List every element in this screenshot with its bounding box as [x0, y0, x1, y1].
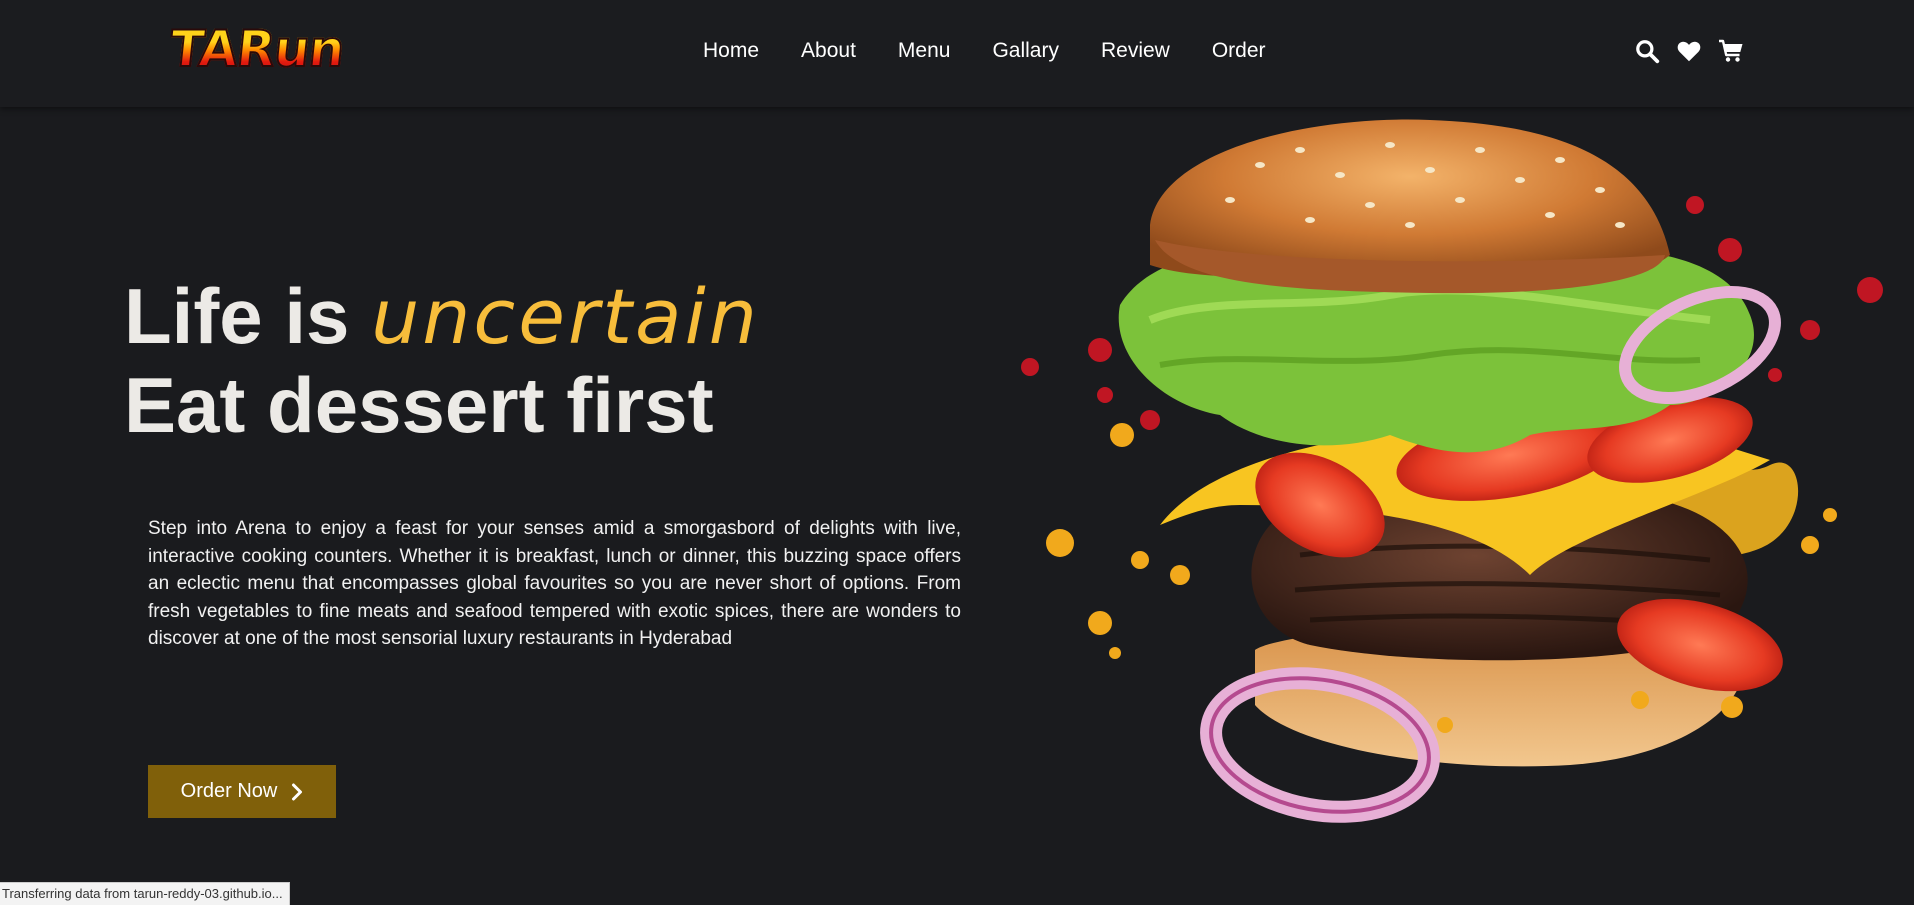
- nav-link-gallary[interactable]: Gallary: [992, 38, 1059, 64]
- hero-title: Life is uncertain Eat dessert first: [124, 272, 760, 449]
- hero-title-line2: Eat dessert first: [124, 361, 714, 449]
- nav-link-review[interactable]: Review: [1101, 38, 1170, 64]
- nav-links: Home About Menu Gallary Review Order: [703, 38, 1308, 64]
- brand-logo[interactable]: TARun: [166, 19, 348, 79]
- nav-link-home[interactable]: Home: [703, 38, 759, 64]
- cart-icon[interactable]: [1718, 38, 1744, 64]
- browser-status-bar: Transferring data from tarun-reddy-03.gi…: [0, 882, 290, 905]
- search-icon[interactable]: [1634, 38, 1660, 64]
- hero-description: Step into Arena to enjoy a feast for you…: [148, 518, 961, 649]
- heart-icon[interactable]: [1676, 38, 1702, 64]
- chevron-right-icon: [292, 783, 303, 800]
- order-now-button[interactable]: Order Now: [148, 765, 336, 818]
- burger-image: [1021, 119, 1883, 823]
- nav-icons: [1634, 38, 1744, 64]
- navbar: TARun Home About Menu Gallary Review Ord…: [0, 0, 1914, 107]
- hero-title-prefix: Life is: [124, 272, 350, 360]
- hero-title-accent: uncertain: [371, 272, 760, 361]
- nav-link-about[interactable]: About: [801, 38, 856, 64]
- order-now-label: Order Now: [180, 780, 278, 802]
- nav-link-order[interactable]: Order: [1212, 38, 1266, 64]
- nav-link-menu[interactable]: Menu: [898, 38, 951, 64]
